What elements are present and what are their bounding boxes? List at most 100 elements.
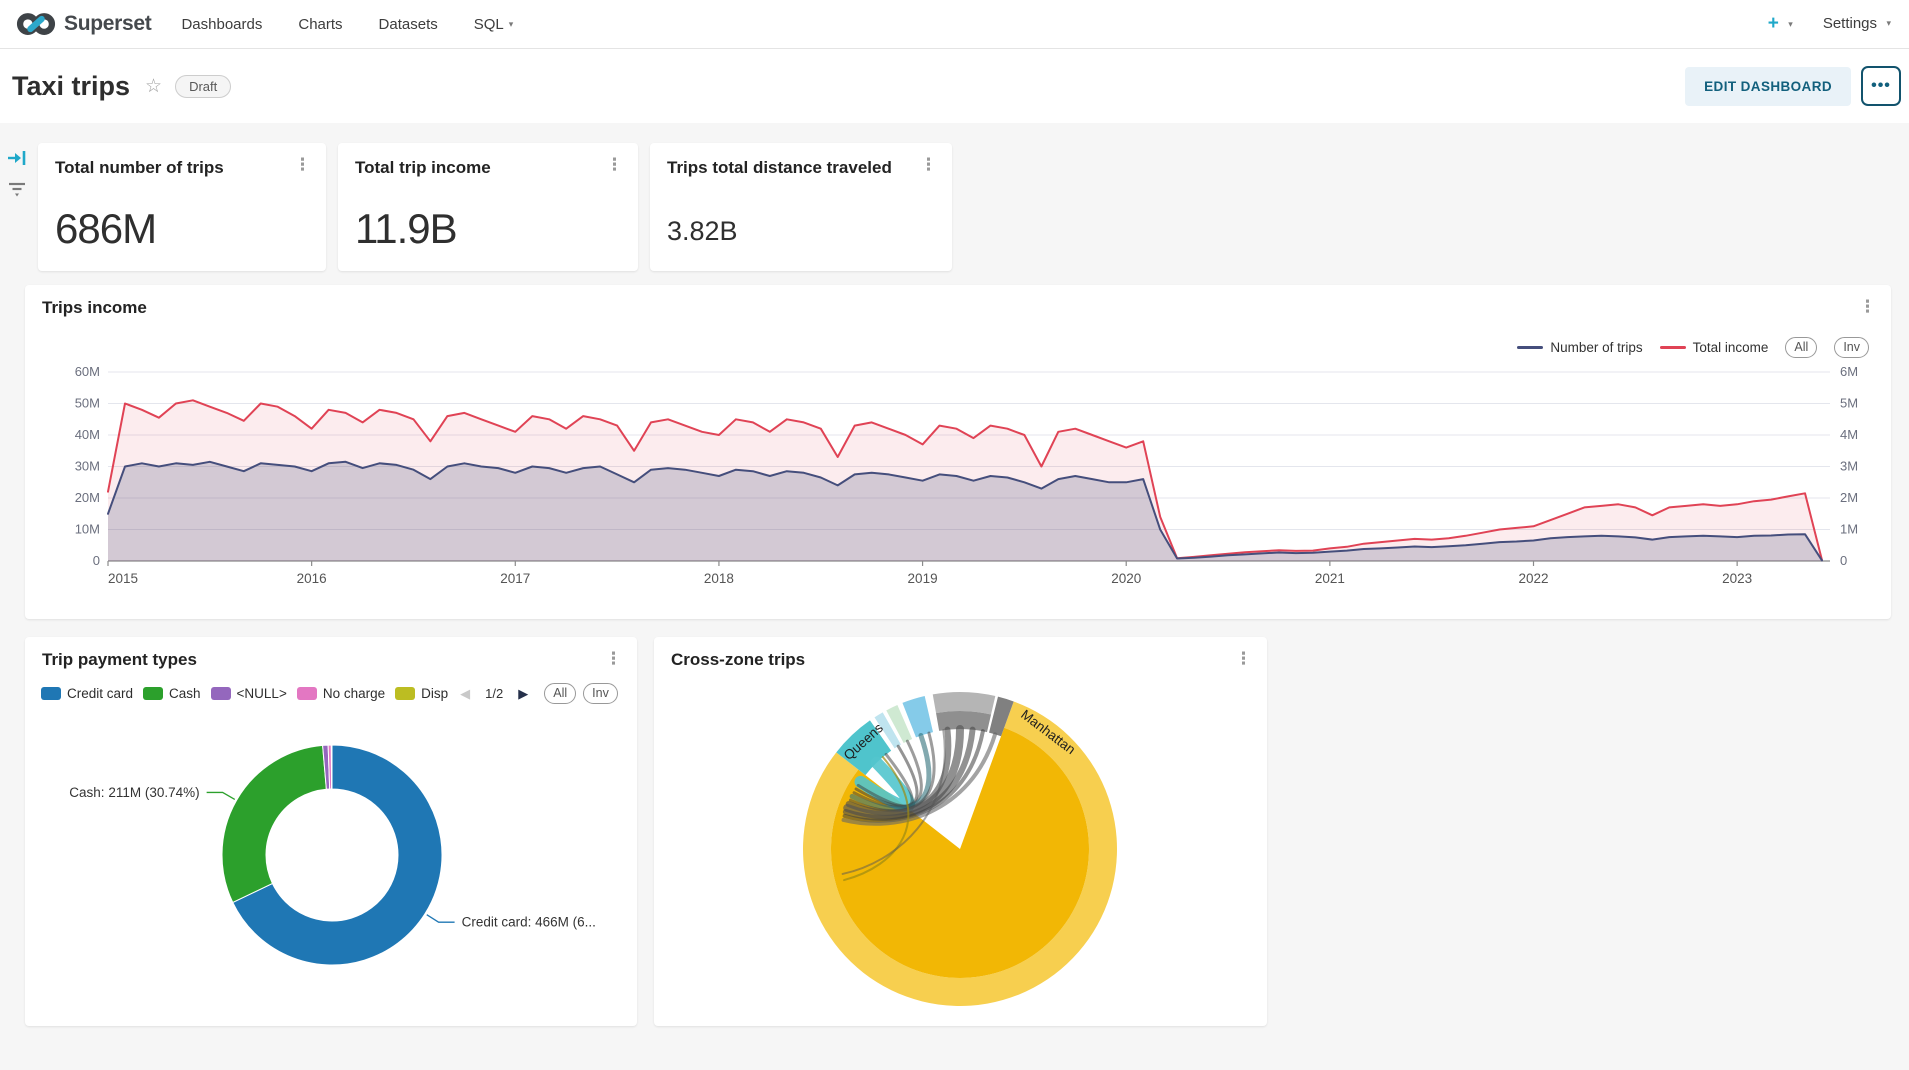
svg-text:20M: 20M xyxy=(75,490,100,505)
chevron-down-icon: ▾ xyxy=(509,19,514,30)
svg-text:2015: 2015 xyxy=(108,571,138,586)
kpi-value: 3.82B xyxy=(667,216,738,247)
payment-types-card: Trip payment types ⋮ Credit card Cash <NUL… xyxy=(25,637,637,1026)
filter-funnel-icon[interactable] xyxy=(6,178,28,200)
pie-slice-cash xyxy=(222,745,326,902)
legend-label: Number of trips xyxy=(1550,340,1642,355)
legend-page-indicator: 1/2 xyxy=(485,686,503,701)
expand-filter-bar-icon[interactable] xyxy=(6,148,28,168)
nav-links: Dashboards Charts Datasets SQL▾ xyxy=(181,16,513,33)
nav-right: + ▾ Settings ▾ xyxy=(1768,13,1891,35)
payment-types-donut-chart[interactable]: Cash: 211M (30.74%) Credit card: 466M (6.… xyxy=(25,725,637,1025)
top-nav: Superset Dashboards Charts Datasets SQL▾ + … xyxy=(0,0,1909,49)
legend-next-page-arrow[interactable]: ▶ xyxy=(518,686,528,702)
more-options-button[interactable]: ••• xyxy=(1861,66,1901,106)
kebab-menu-icon[interactable]: ⋮ xyxy=(920,156,937,173)
chart-title: Trip payment types xyxy=(42,650,197,670)
legend-item[interactable]: <NULL> xyxy=(211,686,287,701)
settings-label: Settings xyxy=(1823,15,1877,32)
legend-swatch xyxy=(41,687,61,700)
legend-label: Cash xyxy=(169,686,201,701)
superset-infinity-icon xyxy=(16,11,56,37)
svg-text:2021: 2021 xyxy=(1315,571,1345,586)
svg-text:3M: 3M xyxy=(1840,459,1858,474)
kpi-card: Total trip income ⋮ 11.9B xyxy=(338,143,638,271)
svg-text:2020: 2020 xyxy=(1111,571,1141,586)
favorite-star-icon[interactable]: ☆ xyxy=(145,75,162,98)
page-title: Taxi trips xyxy=(12,71,130,102)
svg-text:0: 0 xyxy=(1840,553,1847,568)
legend-prev-page-arrow[interactable]: ◀ xyxy=(460,686,470,702)
edit-dashboard-button[interactable]: EDIT DASHBOARD xyxy=(1685,67,1851,106)
chevron-down-icon: ▾ xyxy=(1886,18,1891,29)
callout-leader-line xyxy=(207,792,235,799)
legend-item[interactable]: No charge xyxy=(297,686,385,701)
nav-link-charts[interactable]: Charts xyxy=(298,16,342,33)
svg-text:2M: 2M xyxy=(1840,490,1858,505)
pie-slice-disp xyxy=(331,745,332,789)
legend-line-swatch xyxy=(1660,346,1686,349)
svg-text:1M: 1M xyxy=(1840,522,1858,537)
legend-label: Credit card xyxy=(67,686,133,701)
legend-inv-button[interactable]: Inv xyxy=(583,683,618,704)
nav-link-sql[interactable]: SQL▾ xyxy=(474,16,514,33)
legend-item[interactable]: Credit card xyxy=(41,686,133,701)
svg-text:2017: 2017 xyxy=(500,571,530,586)
cross-zone-card: Cross-zone trips ⋮ QueensManhattan xyxy=(654,637,1267,1026)
add-new-button[interactable]: + ▾ xyxy=(1768,13,1793,35)
kebab-menu-icon[interactable]: ⋮ xyxy=(1859,298,1876,315)
svg-text:2019: 2019 xyxy=(908,571,938,586)
plus-icon: + xyxy=(1768,13,1779,34)
cross-zone-chord-chart[interactable]: QueensManhattan xyxy=(654,671,1267,1026)
legend-item[interactable]: Cash xyxy=(143,686,201,701)
dashboard-header: Taxi trips ☆ Draft EDIT DASHBOARD ••• xyxy=(0,49,1909,123)
svg-text:2023: 2023 xyxy=(1722,571,1752,586)
svg-text:30M: 30M xyxy=(75,459,100,474)
svg-text:2018: 2018 xyxy=(704,571,734,586)
legend-item-number-of-trips[interactable]: Number of trips xyxy=(1517,340,1642,355)
svg-text:5M: 5M xyxy=(1840,396,1858,411)
trips-income-chart[interactable]: 60M6M50M5M40M4M30M3M20M2M10M1M0020152016… xyxy=(25,355,1891,600)
chart-title: Trips income xyxy=(42,298,147,318)
legend-swatch xyxy=(395,687,415,700)
legend-swatch xyxy=(211,687,231,700)
legend-line-swatch xyxy=(1517,346,1543,349)
nav-link-datasets[interactable]: Datasets xyxy=(379,16,438,33)
pie-callout-label: Cash: 211M (30.74%) xyxy=(69,785,199,800)
pie-legend: Credit card Cash <NULL> No charge Disp ◀ 1/2 ▶ A… xyxy=(41,683,625,704)
svg-text:10M: 10M xyxy=(75,522,100,537)
svg-text:2016: 2016 xyxy=(297,571,327,586)
chart-title: Cross-zone trips xyxy=(671,650,805,670)
brand-name: Superset xyxy=(64,12,151,36)
pie-callout-label: Credit card: 466M (6... xyxy=(462,915,596,930)
legend-label: No charge xyxy=(323,686,385,701)
superset-logo[interactable]: Superset xyxy=(16,11,151,37)
svg-text:50M: 50M xyxy=(75,396,100,411)
kpi-card: Trips total distance traveled ⋮ 3.82B xyxy=(650,143,952,271)
kpi-title: Total trip income xyxy=(355,156,499,181)
kpi-title: Trips total distance traveled xyxy=(667,156,900,181)
legend-label: Total income xyxy=(1693,340,1769,355)
kpi-value: 686M xyxy=(55,205,156,253)
kpi-card: Total number of trips ⋮ 686M xyxy=(38,143,326,271)
chevron-down-icon: ▾ xyxy=(1788,19,1793,30)
legend-swatch xyxy=(297,687,317,700)
draft-status-badge: Draft xyxy=(175,75,231,98)
legend-all-button[interactable]: All xyxy=(544,683,576,704)
legend-label: <NULL> xyxy=(237,686,287,701)
nav-link-dashboards[interactable]: Dashboards xyxy=(181,16,262,33)
kebab-menu-icon[interactable]: ⋮ xyxy=(606,156,623,173)
svg-text:60M: 60M xyxy=(75,364,100,379)
svg-text:6M: 6M xyxy=(1840,364,1858,379)
legend-item-total-income[interactable]: Total income xyxy=(1660,340,1769,355)
kebab-menu-icon[interactable]: ⋮ xyxy=(1235,650,1252,667)
svg-text:0: 0 xyxy=(93,553,100,568)
settings-menu[interactable]: Settings ▾ xyxy=(1823,15,1891,33)
kebab-menu-icon[interactable]: ⋮ xyxy=(605,650,622,667)
kebab-menu-icon[interactable]: ⋮ xyxy=(294,156,311,173)
legend-label: Disp xyxy=(421,686,448,701)
trips-income-card: Trips income ⋮ Number of trips Total inc… xyxy=(25,285,1891,619)
callout-leader-line xyxy=(427,915,455,922)
legend-item[interactable]: Disp xyxy=(395,686,448,701)
svg-text:2022: 2022 xyxy=(1518,571,1548,586)
